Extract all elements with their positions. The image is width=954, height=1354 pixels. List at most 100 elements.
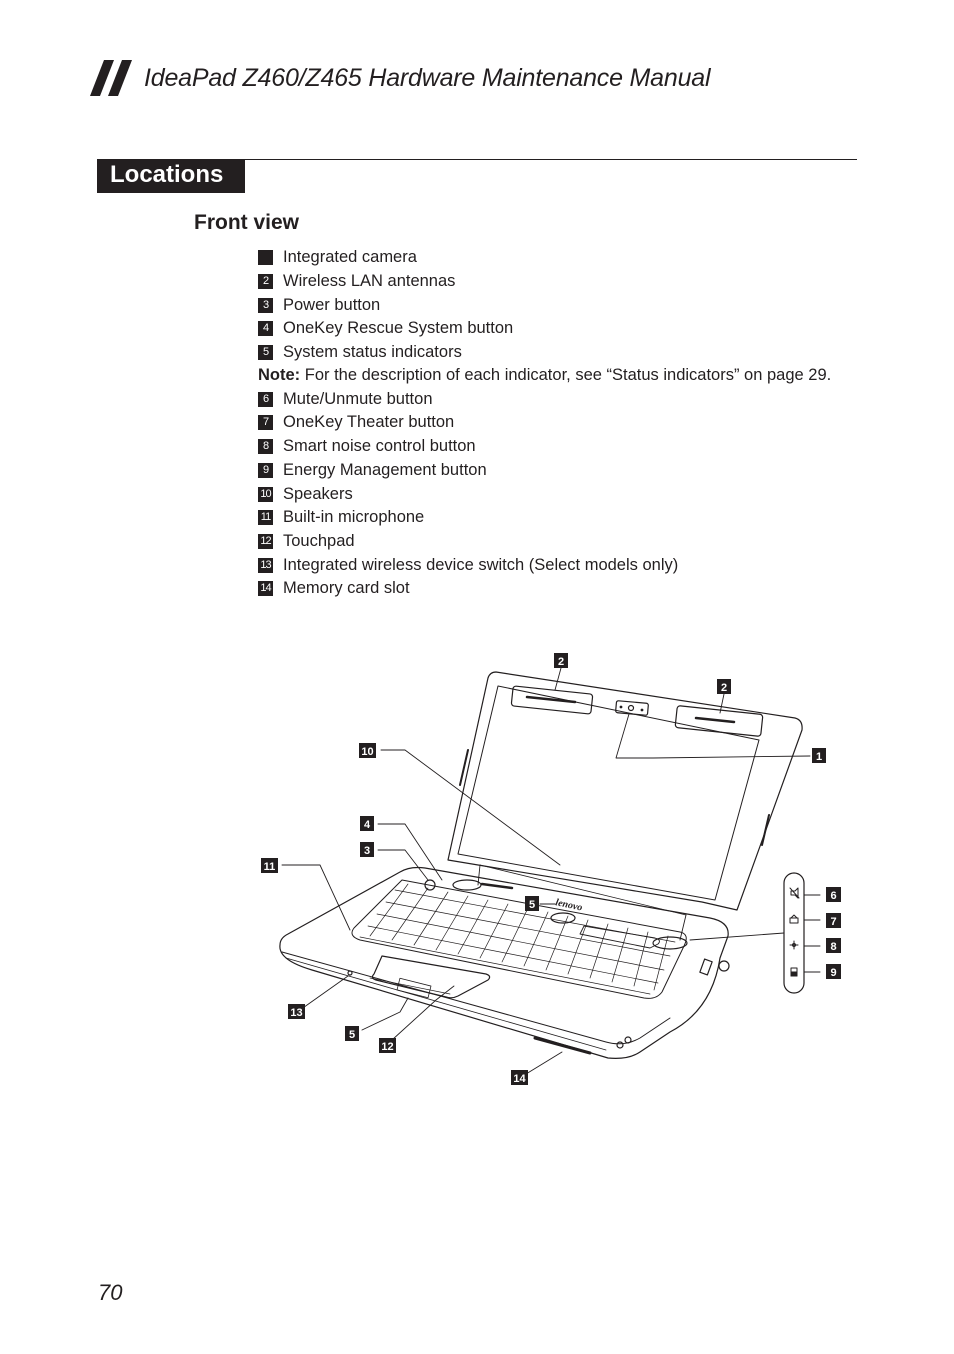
svg-text:13: 13: [290, 1007, 302, 1019]
item-label: Memory card slot: [283, 579, 410, 598]
svg-text:3: 3: [364, 845, 370, 857]
list-item: 11 Built-in microphone: [258, 506, 878, 530]
callout-7: 7: [826, 913, 841, 928]
button-detail-panel: [783, 872, 805, 994]
callout-2-right: 2: [717, 679, 731, 694]
list-item: 9 Energy Management button: [258, 459, 878, 483]
callout-10: 10: [359, 743, 376, 758]
item-label: Touchpad: [283, 531, 355, 550]
item-label: Speakers: [283, 484, 353, 503]
item-label: Power button: [283, 295, 381, 314]
item-label: Integrated wireless device switch (Selec…: [283, 555, 679, 574]
camera-lens-icon: [627, 704, 635, 712]
callout-2-left: 2: [554, 653, 568, 668]
memory-card-slot: [533, 1036, 592, 1055]
svg-text:12: 12: [381, 1041, 393, 1053]
energy-icon: [790, 967, 798, 977]
antenna-right-slot: [694, 716, 736, 724]
callout-5-upper: 5: [525, 896, 539, 911]
callout-12: 12: [379, 1038, 396, 1053]
section-heading: Locations: [97, 159, 245, 193]
svg-text:8: 8: [830, 941, 836, 953]
callout-8: 8: [826, 938, 841, 953]
touchpad: [371, 955, 491, 999]
callout-13: 13: [288, 1004, 305, 1019]
svg-text:11: 11: [264, 861, 276, 873]
callout-badge: 5: [258, 345, 273, 361]
svg-text:5: 5: [529, 899, 535, 911]
svg-text:1: 1: [816, 751, 822, 763]
callout-14: 14: [511, 1070, 528, 1085]
note: Note: For the description of each indica…: [258, 363, 878, 387]
svg-text:14: 14: [513, 1073, 526, 1085]
power-jack: [718, 960, 730, 972]
item-label: Integrated camera: [283, 248, 417, 267]
antenna-left-slot: [525, 695, 577, 704]
callout-11: 11: [261, 858, 278, 873]
callouts: 2 2 1 10 4 3 11 5 6 7 8 9 13 5 12 14: [261, 653, 841, 1085]
note-text: For the description of each indicator, s…: [300, 366, 832, 385]
double-slash-icon: [90, 60, 132, 96]
document-title: IdeaPad Z460/Z465 Hardware Maintenance M…: [144, 63, 711, 92]
item-label: Wireless LAN antennas: [283, 272, 456, 291]
list-item: 12 Touchpad: [258, 530, 878, 554]
subsection-heading: Front view: [194, 211, 300, 234]
list-item: Integrated camera: [258, 246, 878, 270]
callout-badge: 9: [258, 462, 273, 478]
page-header: IdeaPad Z460/Z465 Hardware Maintenance M…: [90, 58, 711, 98]
callout-6: 6: [826, 887, 841, 902]
svg-text:6: 6: [830, 890, 836, 902]
noise-control-icon: [789, 940, 799, 950]
callout-9: 9: [826, 964, 841, 979]
callout-4: 4: [360, 816, 374, 831]
laptop-front-view-diagram: lenovo 2 2 1 10 4 3 11 5 6 7 8 9 13 5 12…: [261, 653, 841, 1085]
list-item: 6 Mute/Unmute button: [258, 387, 878, 411]
item-label: Mute/Unmute button: [283, 389, 433, 408]
item-label: System status indicators: [283, 343, 462, 362]
item-label: OneKey Rescue System button: [283, 319, 514, 338]
callout-badge: 7: [258, 415, 273, 431]
display-lid: [447, 671, 803, 911]
mute-icon: [789, 887, 800, 899]
svg-text:2: 2: [721, 682, 727, 694]
page-number: 70: [98, 1280, 123, 1305]
callout-badge: [258, 250, 273, 266]
wireless-switch: [347, 970, 353, 976]
item-label: Built-in microphone: [283, 508, 425, 527]
svg-text:5: 5: [349, 1029, 355, 1041]
callout-badge: 6: [258, 391, 273, 407]
callout-badge: 13: [258, 557, 273, 573]
callout-badge: 10: [258, 486, 273, 502]
list-item: 13 Integrated wireless device switch (Se…: [258, 553, 878, 577]
list-item: 2 Wireless LAN antennas: [258, 270, 878, 294]
svg-text:10: 10: [361, 746, 373, 758]
callout-badge: 2: [258, 274, 273, 290]
callout-badge: 14: [258, 581, 273, 597]
callout-badge: 3: [258, 297, 273, 313]
energy-button-highlight: [652, 936, 688, 950]
callout-badge: 11: [258, 510, 273, 526]
component-list: Integrated camera 2 Wireless LAN antenna…: [258, 246, 878, 601]
onekey-rescue-button: [452, 879, 482, 891]
callout-1: 1: [812, 748, 826, 763]
callout-badge: 4: [258, 321, 273, 337]
list-item: 10 Speakers: [258, 482, 878, 506]
callout-5-lower: 5: [345, 1026, 359, 1041]
note-prefix: Note:: [258, 366, 301, 385]
item-label: Energy Management button: [283, 460, 487, 479]
list-item: 3 Power button: [258, 293, 878, 317]
list-item: 4 OneKey Rescue System button: [258, 317, 878, 341]
callout-badge: 12: [258, 533, 273, 549]
item-label: OneKey Theater button: [283, 413, 455, 432]
list-item: 7 OneKey Theater button: [258, 411, 878, 435]
list-item: 5 System status indicators: [258, 341, 878, 365]
svg-text:7: 7: [830, 916, 836, 928]
callout-badge: 8: [258, 439, 273, 455]
svg-text:4: 4: [364, 819, 371, 831]
list-item: 14 Memory card slot: [258, 577, 878, 601]
svg-text:2: 2: [558, 656, 564, 668]
item-label: Smart noise control button: [283, 437, 476, 456]
callout-3: 3: [360, 842, 374, 857]
svg-text:9: 9: [830, 967, 836, 979]
usb-port: [699, 958, 713, 976]
